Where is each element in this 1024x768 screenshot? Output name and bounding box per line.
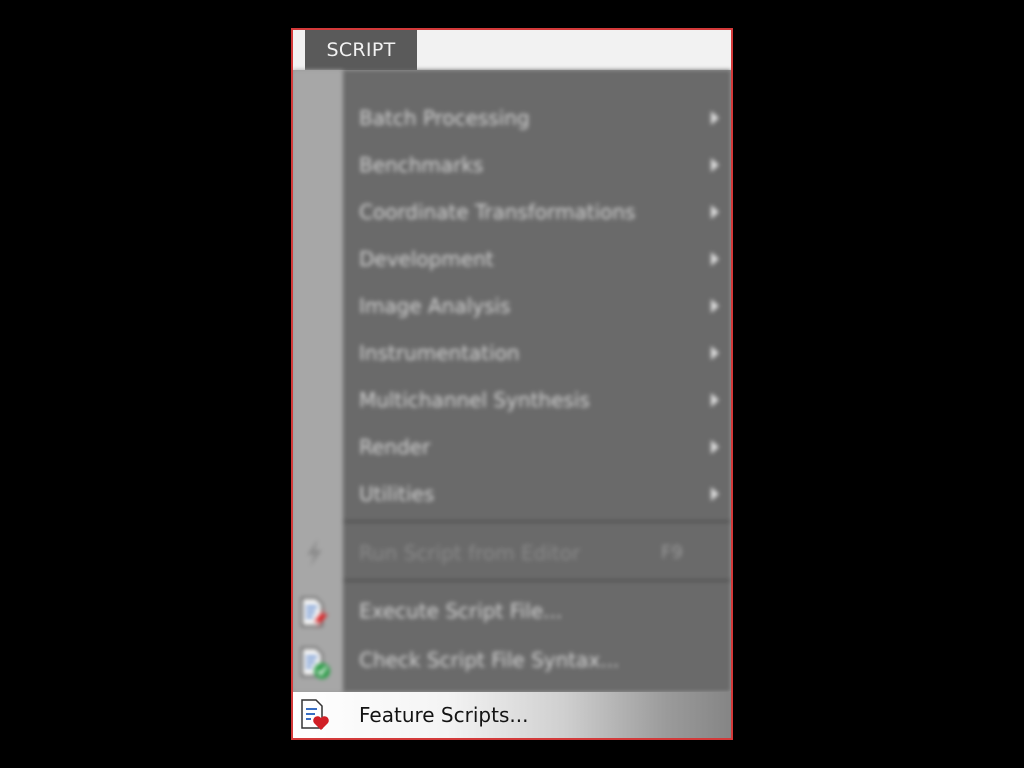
script-menu-window: SCRIPT Batch Processing Benchmarks Coord… (291, 28, 733, 740)
menu-item-label: Batch Processing (359, 106, 530, 130)
submenu-arrow-icon (711, 205, 719, 219)
menu-item-multichannel-synthesis[interactable]: Multichannel Synthesis (343, 378, 731, 422)
menu-item-label: Instrumentation (359, 341, 520, 365)
menu-item-label: Render (359, 435, 431, 459)
menu-item-utilities[interactable]: Utilities (343, 472, 731, 516)
menu-item-development[interactable]: Development (343, 237, 731, 281)
menu-item-label: Execute Script File... (359, 599, 563, 623)
menu-item-label: Image Analysis (359, 294, 511, 318)
menu-item-execute-script-file[interactable]: Execute Script File... (343, 589, 731, 633)
submenu-arrow-icon (711, 346, 719, 360)
menu-item-label: Development (359, 247, 494, 271)
menu-item-label: Utilities (359, 482, 435, 506)
menu-item-run-script-from-editor[interactable]: Run Script from Editor F9 (343, 531, 731, 575)
menu-item-benchmarks[interactable]: Benchmarks (343, 143, 731, 187)
menu-separator (343, 579, 731, 582)
script-file-check-icon (297, 646, 331, 680)
script-dropdown-menu: Batch Processing Benchmarks Coordinate T… (293, 70, 731, 692)
menu-item-label: Benchmarks (359, 153, 484, 177)
lightning-bolt-icon (297, 536, 331, 570)
submenu-arrow-icon (711, 393, 719, 407)
submenu-arrow-icon (711, 487, 719, 501)
menu-item-batch-processing[interactable]: Batch Processing (343, 96, 731, 140)
menu-separator (343, 520, 731, 523)
shortcut-label: F9 (661, 542, 683, 563)
menu-item-label: Check Script File Syntax... (359, 648, 620, 672)
menu-item-check-script-file-syntax[interactable]: Check Script File Syntax... (343, 638, 731, 682)
submenu-arrow-icon (711, 299, 719, 313)
menu-item-instrumentation[interactable]: Instrumentation (343, 331, 731, 375)
menu-item-coordinate-transformations[interactable]: Coordinate Transformations (343, 190, 731, 234)
submenu-arrow-icon (711, 252, 719, 266)
menu-item-label: Run Script from Editor (359, 541, 581, 565)
menu-item-label: Multichannel Synthesis (359, 388, 590, 412)
menu-item-feature-scripts[interactable]: Feature Scripts... (293, 692, 731, 738)
script-file-heart-icon (297, 698, 331, 732)
submenu-arrow-icon (711, 111, 719, 125)
submenu-arrow-icon (711, 440, 719, 454)
menu-item-label: Coordinate Transformations (359, 200, 636, 224)
submenu-arrow-icon (711, 158, 719, 172)
menu-bar: SCRIPT (293, 30, 731, 70)
menu-script[interactable]: SCRIPT (305, 30, 417, 70)
menu-item-label: Feature Scripts... (359, 703, 529, 727)
menu-item-image-analysis[interactable]: Image Analysis (343, 284, 731, 328)
menu-item-render[interactable]: Render (343, 425, 731, 469)
script-file-execute-icon (297, 596, 331, 630)
